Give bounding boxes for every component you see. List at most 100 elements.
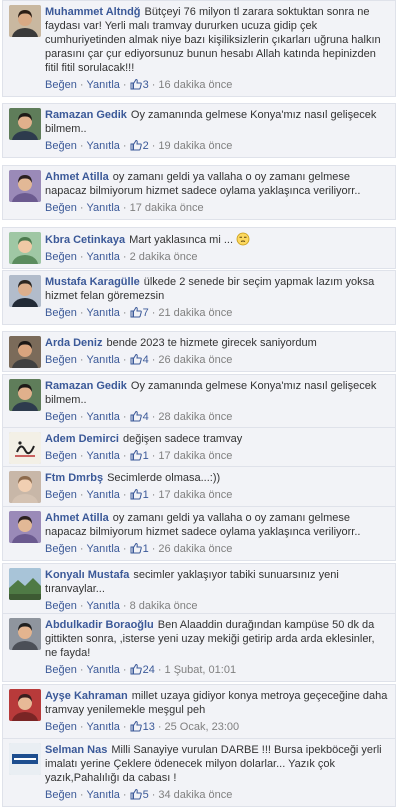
- comment-author[interactable]: Ayşe Kahraman: [45, 690, 128, 702]
- like-button[interactable]: Beğen: [45, 600, 77, 612]
- separator-dot: ·: [122, 721, 127, 733]
- comment-timestamp[interactable]: 26 dakika önce: [158, 354, 232, 366]
- thumbs-up-icon: [130, 663, 142, 675]
- unamused-face-icon: [236, 232, 250, 246]
- comment-actions: Beğen · Yanıtla · 13 · 25 Ocak, 23:00: [45, 720, 389, 734]
- separator-dot: ·: [151, 489, 156, 501]
- like-button[interactable]: Beğen: [45, 664, 77, 676]
- comment-timestamp[interactable]: 17 dakika önce: [158, 450, 232, 462]
- comment-item: Ahmet Atilla oy zamanı geldi ya vallaha o…: [2, 506, 396, 561]
- avatar[interactable]: [9, 336, 41, 368]
- reply-button[interactable]: Yanıtla: [86, 307, 119, 319]
- reply-button[interactable]: Yanıtla: [86, 489, 119, 501]
- comment-timestamp[interactable]: 2 dakika önce: [130, 251, 198, 263]
- separator-dot: ·: [79, 489, 84, 501]
- comment-author[interactable]: Konyalı Mustafa: [45, 569, 129, 581]
- like-button[interactable]: Beğen: [45, 354, 77, 366]
- like-button[interactable]: Beğen: [45, 79, 77, 91]
- comment-author[interactable]: Muhammet Altndğ: [45, 6, 141, 18]
- separator-dot: ·: [79, 79, 84, 91]
- like-count-number: 4: [142, 354, 149, 366]
- like-button[interactable]: Beğen: [45, 202, 77, 214]
- comment-timestamp[interactable]: 1 Şubat, 01:01: [165, 664, 237, 676]
- comment-timestamp[interactable]: 26 dakika önce: [158, 543, 232, 555]
- reply-button[interactable]: Yanıtla: [86, 450, 119, 462]
- reply-button[interactable]: Yanıtla: [86, 789, 119, 801]
- separator-dot: ·: [122, 307, 127, 319]
- avatar[interactable]: [9, 568, 41, 600]
- like-count-number: 2: [142, 140, 149, 152]
- like-count[interactable]: 3: [130, 78, 149, 91]
- like-count[interactable]: 2: [130, 139, 149, 152]
- avatar[interactable]: [9, 511, 41, 543]
- comment-text: bende 2023 te hizmete girecek saniyordum: [106, 337, 317, 349]
- comment-author[interactable]: Ramazan Gedik: [45, 109, 127, 121]
- comment-timestamp[interactable]: 8 dakika önce: [130, 600, 198, 612]
- reply-button[interactable]: Yanıtla: [86, 664, 119, 676]
- comment-author[interactable]: Kbra Cetinkaya: [45, 234, 125, 246]
- reply-button[interactable]: Yanıtla: [86, 140, 119, 152]
- avatar[interactable]: [9, 432, 41, 464]
- like-button[interactable]: Beğen: [45, 789, 77, 801]
- like-button[interactable]: Beğen: [45, 721, 77, 733]
- comment-timestamp[interactable]: 28 dakika önce: [158, 411, 232, 423]
- like-count[interactable]: 4: [130, 410, 149, 423]
- comment-feed: Muhammet Altndğ Bütçeyi 76 milyon tl zara…: [0, 0, 398, 807]
- comment-author[interactable]: Ahmet Atilla: [45, 512, 109, 524]
- like-count[interactable]: 7: [130, 306, 149, 319]
- comment-timestamp[interactable]: 16 dakika önce: [158, 79, 232, 91]
- comment-author[interactable]: Ramazan Gedik: [45, 380, 127, 392]
- like-count[interactable]: 4: [130, 353, 149, 366]
- comment-author[interactable]: Ahmet Atilla: [45, 171, 109, 183]
- like-count[interactable]: 13: [130, 720, 155, 733]
- avatar[interactable]: [9, 108, 41, 140]
- reply-button[interactable]: Yanıtla: [86, 411, 119, 423]
- like-count-number: 1: [142, 543, 149, 555]
- comment-actions: Beğen · Yanıtla · 1 · 17 dakika önce: [45, 449, 389, 463]
- like-count[interactable]: 1: [130, 542, 149, 555]
- like-button[interactable]: Beğen: [45, 411, 77, 423]
- reply-button[interactable]: Yanıtla: [86, 721, 119, 733]
- comment-timestamp[interactable]: 25 Ocak, 23:00: [165, 721, 240, 733]
- comment-author[interactable]: Selman Nas: [45, 744, 107, 756]
- comment-author[interactable]: Mustafa Karagülle: [45, 276, 140, 288]
- like-button[interactable]: Beğen: [45, 251, 77, 263]
- avatar[interactable]: [9, 618, 41, 650]
- comment-author[interactable]: Abdulkadir Boraoğlu: [45, 619, 154, 631]
- avatar[interactable]: [9, 232, 41, 264]
- avatar[interactable]: [9, 471, 41, 503]
- comment-author[interactable]: Adem Demirci: [45, 433, 119, 445]
- comment-timestamp[interactable]: 17 dakika önce: [130, 202, 204, 214]
- comment-timestamp[interactable]: 34 dakika önce: [158, 789, 232, 801]
- comment-item: Muhammet Altndğ Bütçeyi 76 milyon tl zara…: [2, 0, 396, 97]
- like-button[interactable]: Beğen: [45, 450, 77, 462]
- avatar[interactable]: [9, 743, 41, 775]
- reply-button[interactable]: Yanıtla: [86, 251, 119, 263]
- like-count[interactable]: 1: [130, 449, 149, 462]
- like-button[interactable]: Beğen: [45, 543, 77, 555]
- reply-button[interactable]: Yanıtla: [86, 202, 119, 214]
- avatar[interactable]: [9, 689, 41, 721]
- avatar[interactable]: [9, 379, 41, 411]
- reply-button[interactable]: Yanıtla: [86, 354, 119, 366]
- comment-timestamp[interactable]: 17 dakika önce: [158, 489, 232, 501]
- like-button[interactable]: Beğen: [45, 140, 77, 152]
- comment-item: Mustafa Karagülle ülkede 2 senede bir seç…: [2, 270, 396, 325]
- reply-button[interactable]: Yanıtla: [86, 79, 119, 91]
- comment-author[interactable]: Arda Deniz: [45, 337, 102, 349]
- like-count[interactable]: 1: [130, 488, 149, 501]
- reply-button[interactable]: Yanıtla: [86, 543, 119, 555]
- avatar[interactable]: [9, 170, 41, 202]
- like-count[interactable]: 24: [130, 663, 155, 676]
- comment-item: Ayşe Kahraman millet uzaya gidiyor konya …: [2, 684, 396, 739]
- avatar[interactable]: [9, 275, 41, 307]
- comment-author[interactable]: Ftm Dmrbş: [45, 472, 103, 484]
- comment-timestamp[interactable]: 19 dakika önce: [158, 140, 232, 152]
- like-button[interactable]: Beğen: [45, 489, 77, 501]
- like-button[interactable]: Beğen: [45, 307, 77, 319]
- like-count[interactable]: 5: [130, 788, 149, 801]
- comment-timestamp[interactable]: 21 dakika önce: [158, 307, 232, 319]
- reply-button[interactable]: Yanıtla: [86, 600, 119, 612]
- separator-dot: ·: [122, 543, 127, 555]
- avatar[interactable]: [9, 5, 41, 37]
